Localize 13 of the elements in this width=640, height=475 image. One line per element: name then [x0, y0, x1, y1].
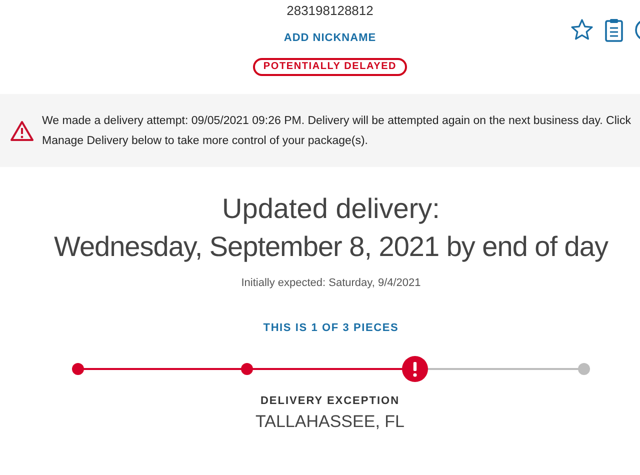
status-badge: POTENTIALLY DELAYED — [253, 58, 407, 76]
clipboard-icon[interactable] — [604, 18, 624, 42]
initially-expected: Initially expected: Saturday, 9/4/2021 — [241, 276, 421, 290]
tracking-number: 283198128812 — [286, 3, 374, 19]
status-location: TALLAHASSEE, FL — [256, 412, 404, 432]
delivery-heading: Updated delivery: — [222, 192, 440, 226]
delivery-date: Wednesday, September 8, 2021 by end of day — [54, 230, 608, 264]
status-label: DELIVERY EXCEPTION — [260, 394, 400, 408]
add-nickname-link[interactable]: ADD NICKNAME — [284, 31, 376, 45]
star-icon[interactable] — [570, 18, 594, 42]
warning-icon — [10, 120, 34, 142]
alert-message: We made a delivery attempt: 09/05/2021 09:26 PM. Delivery will be attempted again on the next business day. Click Manage Delivery below to take more control of your package(s). — [42, 114, 632, 148]
pieces-link[interactable]: THIS IS 1 OF 3 PIECES — [263, 321, 399, 335]
